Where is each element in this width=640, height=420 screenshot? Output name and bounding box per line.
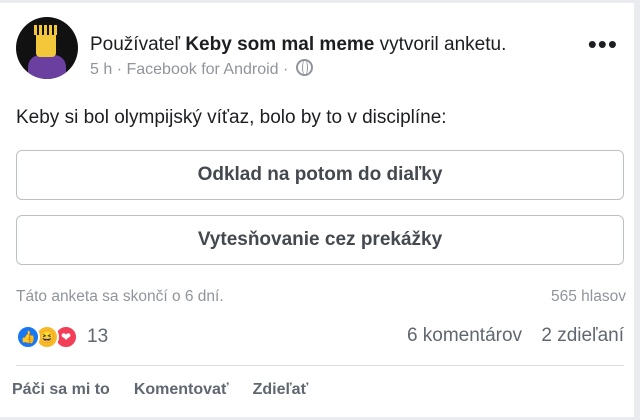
post-meta: 5 h · Facebook for Android · <box>90 59 313 79</box>
engagement-counts: 6 komentárov 2 zdieľaní <box>407 325 624 347</box>
comments-count[interactable]: 6 komentárov <box>407 325 522 346</box>
globe-icon <box>295 59 313 76</box>
post-card: Používateľ Keby som mal meme vytvoril an… <box>0 3 634 417</box>
header-prefix: Používateľ <box>90 34 181 55</box>
action-bar: Páči sa mi to Komentovať Zdieľať <box>12 381 332 399</box>
like-icon: 👍 <box>16 325 40 349</box>
poll-option-1[interactable]: Odklad na potom do diaľky <box>16 150 624 200</box>
share-button[interactable]: Zdieľať <box>253 381 309 399</box>
poll-end-notice: Táto anketa sa skončí o 6 dní. <box>16 288 224 305</box>
avatar-figure-hair <box>34 25 58 35</box>
poll-vote-count[interactable]: 565 hlasov <box>551 288 626 306</box>
poll-footer: Táto anketa sa skončí o 6 dní. 565 hlaso… <box>16 288 626 306</box>
poll-question: Keby si bol olympijský víťaz, bolo by to… <box>16 107 447 128</box>
post-header: Používateľ Keby som mal meme vytvoril an… <box>16 17 618 87</box>
meta-separator-2: · <box>283 61 289 78</box>
divider <box>16 365 624 366</box>
reactions-summary[interactable]: 👍 😆 ❤ 13 <box>16 323 108 351</box>
reaction-count[interactable]: 13 <box>87 326 108 348</box>
poll-option-2[interactable]: Vytesňovanie cez prekážky <box>16 215 624 265</box>
post-source: Facebook for Android <box>126 61 279 78</box>
post-time[interactable]: 5 h <box>90 61 112 78</box>
post-header-line: Používateľ Keby som mal meme vytvoril an… <box>90 34 506 56</box>
like-button[interactable]: Páči sa mi to <box>12 381 110 399</box>
avatar-figure-body <box>28 55 66 79</box>
header-suffix: vytvoril anketu. <box>379 34 507 55</box>
avatar[interactable] <box>16 17 78 79</box>
comment-button[interactable]: Komentovať <box>134 381 229 399</box>
meta-separator: · <box>116 61 123 78</box>
author-link[interactable]: Keby som mal meme <box>185 34 374 55</box>
more-options-icon[interactable]: ••• <box>588 31 618 57</box>
shares-count[interactable]: 2 zdieľaní <box>541 325 624 346</box>
